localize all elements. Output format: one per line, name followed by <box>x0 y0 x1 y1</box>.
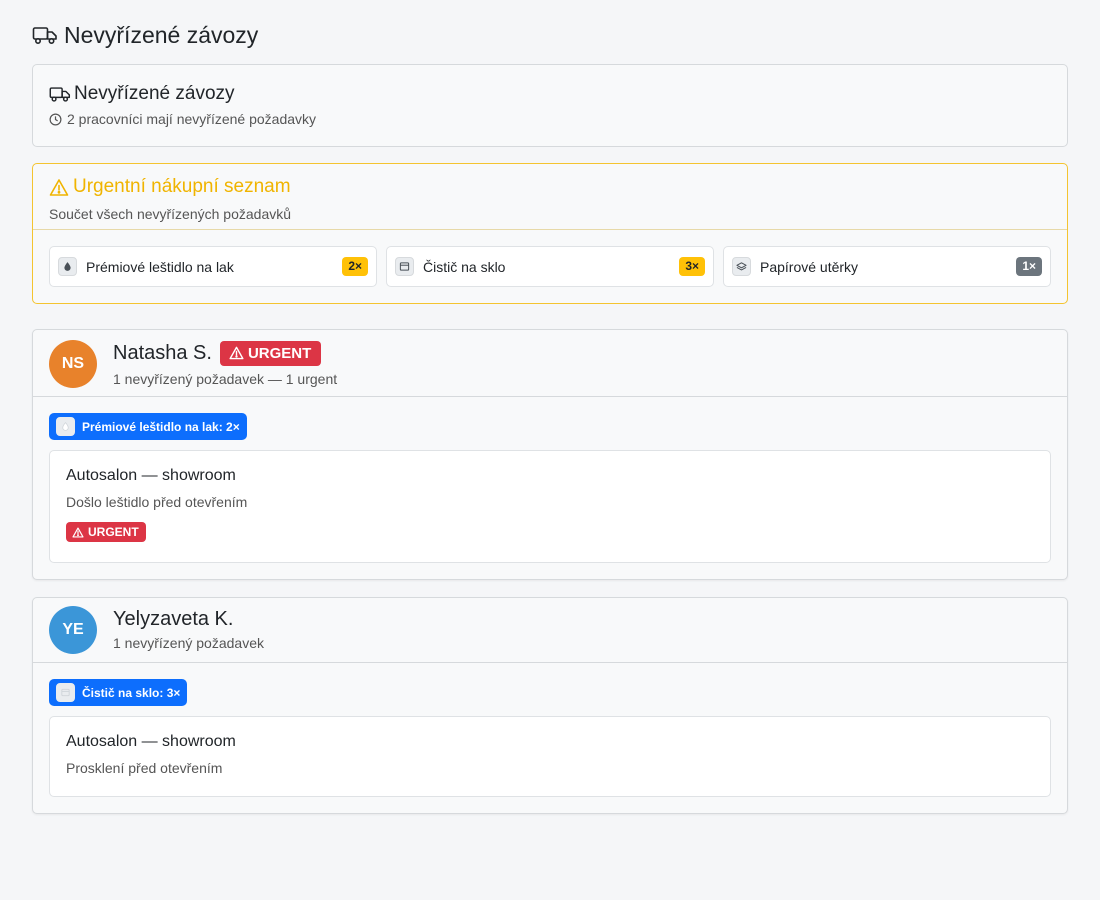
worker-name-row: Yelyzaveta K. <box>113 606 264 632</box>
worker-body: Prémiové leštidlo na lak: 2× Autosalon —… <box>33 397 1067 579</box>
worker-summary: 1 nevyřízený požadavek <box>113 635 264 651</box>
request-item-tag: Prémiové leštidlo na lak: 2× <box>49 413 247 440</box>
request-badge-row: URGENT <box>66 522 1034 543</box>
request-item-tag-label: Čistič na sklo: 3× <box>82 685 181 700</box>
drop-icon <box>58 257 77 276</box>
warning-icon <box>72 527 84 538</box>
shopping-item-label: Čistič na sklo <box>423 258 506 275</box>
urgent-shopping-title-text: Urgentní nákupní seznam <box>73 176 291 197</box>
request-item-tag: Čistič na sklo: 3× <box>49 679 188 706</box>
urgent-badge: URGENT <box>219 340 322 366</box>
avatar: YE <box>49 606 97 654</box>
urgent-badge-label: URGENT <box>88 525 139 539</box>
worker-body: Čistič na sklo: 3× Autosalon — showroom … <box>33 663 1067 813</box>
worker-info: Yelyzaveta K. 1 nevyřízený požadavek <box>113 606 264 652</box>
quantity-badge: 3× <box>679 257 705 276</box>
window-icon <box>395 257 414 276</box>
shopping-items: Prémiové leštidlo na lak 2× Čistič na sk… <box>33 230 1067 287</box>
summary-title: Nevyřízené závozy <box>49 81 1051 107</box>
warning-icon <box>49 178 69 197</box>
warning-icon <box>229 346 244 360</box>
urgent-shopping-title: Urgentní nákupní seznam <box>49 174 1051 200</box>
worker-info: Natasha S. URGENT 1 nevyřízený požadavek… <box>113 340 337 387</box>
layers-icon <box>732 257 751 276</box>
shopping-item: Čistič na sklo 3× <box>386 246 714 287</box>
summary-title-text: Nevyřízené závozy <box>74 83 235 104</box>
request-location: Autosalon — showroom <box>66 467 236 484</box>
worker-card: NS Natasha S. URGENT 1 nevyřízený požada… <box>32 329 1068 580</box>
truck-icon <box>32 25 58 45</box>
quantity-badge: 1× <box>1016 257 1042 276</box>
worker-header: NS Natasha S. URGENT 1 nevyřízený požada… <box>33 330 1067 397</box>
page-title: Nevyřízené závozy <box>32 20 1068 50</box>
quantity-badge: 2× <box>342 257 368 276</box>
page-title-text: Nevyřízené závozy <box>64 21 259 48</box>
worker-name-row: Natasha S. URGENT <box>113 340 337 366</box>
truck-icon <box>49 85 71 103</box>
urgent-badge: URGENT <box>66 522 146 542</box>
shopping-item-label: Prémiové leštidlo na lak <box>86 258 234 275</box>
shopping-item: Papírové utěrky 1× <box>723 246 1051 287</box>
request-card[interactable]: Autosalon — showroom Došlo leštidlo před… <box>49 450 1051 563</box>
request-item-tag-label: Prémiové leštidlo na lak: 2× <box>82 419 240 434</box>
shopping-item-label: Papírové utěrky <box>760 258 859 275</box>
request-note: Došlo leštidlo před otevřením <box>66 494 248 510</box>
window-icon <box>56 683 75 702</box>
clock-icon <box>49 113 62 126</box>
summary-subtitle: 2 pracovníci mají nevyřízené požadavky <box>49 111 1051 127</box>
summary-subtitle-text: 2 pracovníci mají nevyřízené požadavky <box>67 111 317 127</box>
worker-header: YE Yelyzaveta K. 1 nevyřízený požadavek <box>33 598 1067 663</box>
worker-card: YE Yelyzaveta K. 1 nevyřízený požadavek … <box>32 597 1068 814</box>
urgent-shopping-subtitle: Součet všech nevyřízených požadavků <box>49 206 292 222</box>
summary-card: Nevyřízené závozy 2 pracovníci mají nevy… <box>32 64 1068 147</box>
drop-icon <box>56 417 75 436</box>
urgent-shopping-header: Urgentní nákupní seznam Součet všech nev… <box>33 164 1067 230</box>
request-card[interactable]: Autosalon — showroom Prosklení před otev… <box>49 716 1051 797</box>
urgent-shopping-card: Urgentní nákupní seznam Součet všech nev… <box>32 163 1068 304</box>
worker-name: Natasha S. <box>113 341 212 364</box>
urgent-badge-label: URGENT <box>247 344 312 362</box>
avatar: NS <box>49 340 97 388</box>
shopping-item: Prémiové leštidlo na lak 2× <box>49 246 377 287</box>
request-location: Autosalon — showroom <box>66 733 236 750</box>
worker-name: Yelyzaveta K. <box>113 607 234 630</box>
worker-summary: 1 nevyřízený požadavek — 1 urgent <box>113 371 338 387</box>
request-note: Prosklení před otevřením <box>66 760 223 776</box>
